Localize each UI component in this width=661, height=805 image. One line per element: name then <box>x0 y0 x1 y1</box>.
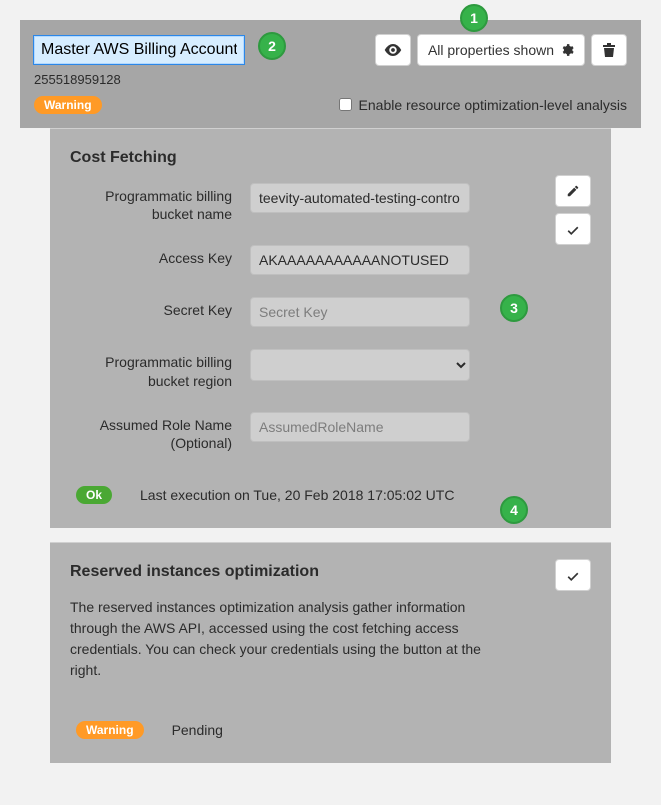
last-execution-text: Last execution on Tue, 20 Feb 2018 17:05… <box>140 487 454 503</box>
ri-status-text: Pending <box>172 722 223 738</box>
access-key-input[interactable] <box>250 245 470 275</box>
callout-3: 3 <box>500 294 528 322</box>
enable-optimization-label[interactable]: Enable resource optimization-level analy… <box>335 95 627 114</box>
bucket-region-select[interactable] <box>250 349 470 381</box>
cost-fetching-panel: Cost Fetching Programmatic billing bucke… <box>50 128 611 528</box>
ri-confirm-button[interactable] <box>555 559 591 591</box>
trash-icon <box>602 42 616 58</box>
secret-key-label: Secret Key <box>70 297 250 319</box>
view-button[interactable] <box>375 34 411 66</box>
account-header: All properties shown 255518959128 Warnin… <box>20 20 641 128</box>
ri-title: Reserved instances optimization <box>70 563 591 581</box>
enable-optimization-checkbox[interactable] <box>339 98 352 111</box>
gear-icon <box>560 43 574 57</box>
ri-warning-badge: Warning <box>76 721 144 739</box>
edit-button[interactable] <box>555 175 591 207</box>
check-icon <box>566 569 580 581</box>
assumed-role-label: Assumed Role Name (Optional) <box>70 412 250 452</box>
account-name-input[interactable] <box>34 36 244 64</box>
enable-optimization-text: Enable resource optimization-level analy… <box>359 97 627 113</box>
callout-4: 4 <box>500 496 528 524</box>
account-id: 255518959128 <box>34 72 627 87</box>
ri-description: The reserved instances optimization anal… <box>70 597 511 681</box>
ok-badge: Ok <box>76 486 112 504</box>
callout-1: 1 <box>460 4 488 32</box>
eye-icon <box>384 44 402 56</box>
check-icon <box>566 223 580 235</box>
bucket-name-input[interactable] <box>250 183 470 213</box>
pencil-icon <box>566 184 580 198</box>
bucket-name-label: Programmatic billing bucket name <box>70 183 250 223</box>
ri-optimization-panel: Reserved instances optimization The rese… <box>50 542 611 763</box>
delete-button[interactable] <box>591 34 627 66</box>
secret-key-input[interactable] <box>250 297 470 327</box>
properties-label: All properties shown <box>428 42 554 58</box>
cost-fetching-title: Cost Fetching <box>70 149 591 167</box>
confirm-button[interactable] <box>555 213 591 245</box>
properties-button[interactable]: All properties shown <box>417 34 585 66</box>
callout-2: 2 <box>258 32 286 60</box>
warning-badge: Warning <box>34 96 102 114</box>
access-key-label: Access Key <box>70 245 250 267</box>
assumed-role-input[interactable] <box>250 412 470 442</box>
bucket-region-label: Programmatic billing bucket region <box>70 349 250 389</box>
